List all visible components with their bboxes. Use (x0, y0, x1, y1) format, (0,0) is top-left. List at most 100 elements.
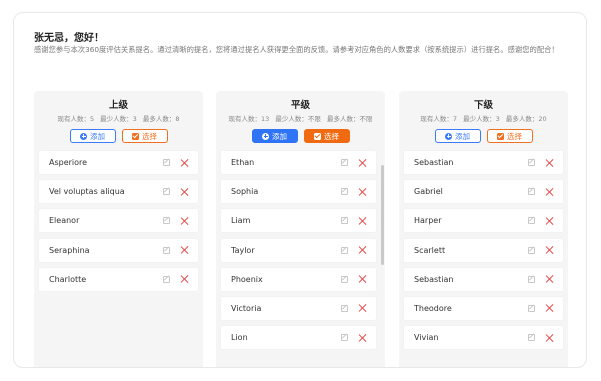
list-item: Victoria (221, 296, 376, 320)
nominee-name: Lion (231, 333, 248, 343)
edit-icon[interactable] (528, 159, 535, 166)
delete-icon[interactable] (358, 188, 366, 196)
delete-icon[interactable] (180, 188, 188, 196)
edit-icon[interactable] (341, 246, 348, 254)
list-item: Gabriel (404, 180, 563, 204)
edit-icon[interactable] (341, 188, 348, 196)
select-button-label: 选择 (324, 131, 339, 141)
nominee-name: Theodore (414, 303, 452, 313)
delete-icon[interactable] (180, 275, 188, 283)
list-item: Asperiore (39, 151, 198, 174)
edit-icon[interactable] (163, 188, 170, 196)
delete-icon[interactable] (358, 217, 366, 225)
edit-icon[interactable] (163, 246, 170, 254)
select-button[interactable]: 选择 (303, 129, 350, 143)
column-title: 下级 (473, 100, 493, 111)
edit-icon[interactable] (528, 246, 535, 254)
delete-icon[interactable] (545, 304, 553, 312)
column-stats: 现有人数：5 最少人数：3 最多人数：8 (34, 113, 203, 123)
nominee-list: Sebastian Gabriel Harper Scarlett Sebast… (404, 151, 563, 355)
edit-icon[interactable] (528, 275, 535, 283)
list-item: Vivian (404, 326, 563, 350)
list-item: Scarlett (404, 238, 563, 262)
column-title: 上级 (108, 100, 128, 111)
edit-icon[interactable] (341, 334, 348, 342)
list-item: Eleanor (39, 209, 198, 233)
list-item: Liam (221, 209, 376, 233)
column-peer: 平级 现有人数：13 最少人数：不限 最多人数：不限 添加 选择 Ethan S… (216, 91, 385, 367)
add-button[interactable]: 添加 (251, 129, 298, 143)
delete-icon[interactable] (545, 188, 553, 196)
nominee-name: Scarlett (414, 245, 446, 255)
nominee-list: Asperiore Vel voluptas aliqua Eleanor Se… (39, 151, 198, 297)
nominee-name: Asperiore (49, 158, 88, 167)
delete-icon[interactable] (180, 217, 188, 225)
nominee-name: Vel voluptas aliqua (49, 187, 125, 197)
add-button[interactable]: 添加 (434, 129, 481, 143)
nominee-name: Phoenix (231, 274, 263, 284)
select-button[interactable]: 选择 (121, 129, 168, 143)
add-button-label: 添加 (272, 131, 287, 141)
max-count: 最多人数：20 (505, 115, 547, 123)
edit-icon[interactable] (341, 217, 348, 225)
column-stats: 现有人数：13 最少人数：不限 最多人数：不限 (216, 113, 385, 123)
edit-icon[interactable] (341, 275, 348, 283)
delete-icon[interactable] (358, 304, 366, 312)
edit-icon[interactable] (528, 188, 535, 196)
delete-icon[interactable] (358, 246, 366, 254)
list-item: Theodore (404, 296, 563, 320)
edit-icon[interactable] (528, 334, 535, 342)
select-button[interactable]: 选择 (486, 129, 533, 143)
edit-icon[interactable] (163, 275, 170, 283)
nominee-name: Gabriel (414, 187, 443, 197)
edit-icon[interactable] (163, 217, 170, 225)
scrollbar[interactable] (381, 165, 384, 265)
list-item: Seraphina (39, 238, 198, 262)
nominee-name: Ethan (231, 158, 255, 167)
checkbox-icon (497, 132, 504, 140)
list-item: Lion (221, 326, 376, 350)
delete-icon[interactable] (180, 246, 188, 254)
checkbox-icon (314, 132, 321, 140)
list-item: Harper (404, 209, 563, 233)
current-count: 现有人数：7 (420, 115, 458, 123)
column-subordinate: 下级 现有人数：7 最少人数：3 最多人数：20 添加 选择 Sebastian… (399, 91, 568, 367)
edit-icon[interactable] (341, 304, 348, 312)
delete-icon[interactable] (545, 334, 553, 342)
plus-circle-icon (445, 132, 452, 140)
delete-icon[interactable] (545, 246, 553, 254)
edit-icon[interactable] (528, 304, 535, 312)
list-item: Vel voluptas aliqua (39, 180, 198, 204)
edit-icon[interactable] (163, 159, 170, 166)
list-item: Charlotte (39, 267, 198, 291)
min-count: 最少人数：3 (463, 115, 500, 123)
column-title: 平级 (290, 100, 310, 111)
delete-icon[interactable] (180, 159, 188, 167)
min-count: 最少人数：3 (100, 115, 137, 123)
add-button-label: 添加 (455, 131, 470, 141)
edit-icon[interactable] (341, 159, 348, 166)
nominee-name: Liam (231, 216, 251, 226)
delete-icon[interactable] (545, 159, 553, 167)
delete-icon[interactable] (545, 275, 553, 283)
column-stats: 现有人数：7 最少人数：3 最多人数：20 (399, 113, 568, 123)
greeting-title: 张无忌，您好！ (34, 33, 104, 44)
delete-icon[interactable] (358, 334, 366, 342)
current-count: 现有人数：13 (228, 115, 270, 123)
intro-text: 感谢您参与本次360度评估关系提名。通过清晰的提名，您将通过提名人获得更全面的反… (34, 45, 559, 54)
add-button[interactable]: 添加 (69, 129, 116, 143)
nominee-name: Seraphina (49, 245, 90, 255)
plus-circle-icon (262, 132, 269, 140)
select-button-label: 选择 (142, 131, 157, 141)
edit-icon[interactable] (528, 217, 535, 225)
delete-icon[interactable] (358, 159, 366, 167)
min-count: 最少人数：不限 (275, 115, 321, 123)
current-count: 现有人数：5 (57, 115, 95, 123)
column-superior: 上级 现有人数：5 最少人数：3 最多人数：8 添加 选择 Asperiore … (34, 91, 203, 367)
list-item: Sebastian (404, 267, 563, 291)
delete-icon[interactable] (545, 217, 553, 225)
select-button-label: 选择 (507, 131, 522, 141)
nominee-name: Eleanor (49, 216, 80, 226)
nominee-name: Charlotte (49, 274, 87, 284)
delete-icon[interactable] (358, 275, 366, 283)
